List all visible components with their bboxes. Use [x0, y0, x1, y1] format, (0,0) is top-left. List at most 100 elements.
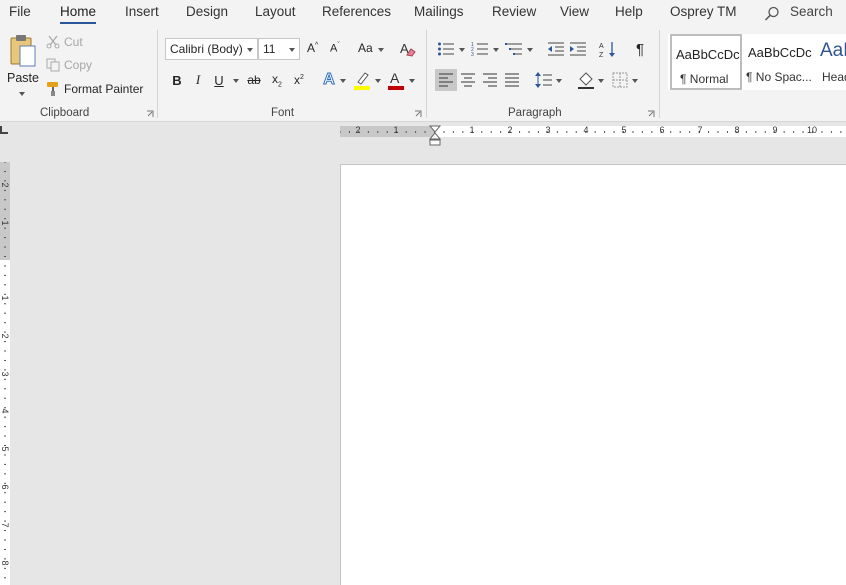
style-sample: AaBbCcDc [748, 45, 812, 60]
style-normal[interactable]: AaBbCcDc ¶ Normal [670, 34, 742, 90]
align-left-button[interactable] [435, 69, 457, 91]
underline-button[interactable]: U [208, 69, 230, 91]
font-launcher-icon[interactable] [414, 110, 422, 118]
highlight-button[interactable] [351, 69, 373, 91]
align-right-icon [483, 73, 497, 87]
increase-indent-icon [570, 42, 586, 56]
font-name-value: Calibri (Body) [170, 42, 243, 56]
font-color-button[interactable]: A [385, 69, 407, 91]
sort-icon: AZ [599, 42, 615, 58]
underline-dropdown-arrow[interactable] [233, 79, 239, 83]
numbering-dropdown-arrow[interactable] [493, 48, 499, 52]
svg-text:3: 3 [471, 52, 474, 57]
align-right-button[interactable] [479, 69, 501, 91]
increase-indent-button[interactable] [567, 38, 589, 60]
indent-marker-icon[interactable] [429, 125, 441, 147]
tab-design[interactable]: Design [186, 4, 228, 19]
paragraph-launcher-icon[interactable] [647, 110, 655, 118]
clipboard-group-label: Clipboard [40, 107, 90, 119]
paragraph-group-label: Paragraph [508, 107, 562, 119]
tab-view[interactable]: View [560, 4, 589, 19]
tab-osprey-tm[interactable]: Osprey TM [670, 4, 737, 19]
format-painter-button[interactable]: Format Painter [46, 81, 150, 99]
tab-review[interactable]: Review [492, 4, 536, 19]
format-painter-label: Format Painter [64, 82, 144, 96]
bullets-dropdown-arrow[interactable] [459, 48, 465, 52]
group-separator [426, 30, 427, 118]
tab-help[interactable]: Help [615, 4, 643, 19]
justify-button[interactable] [501, 69, 523, 91]
line-spacing-button[interactable] [533, 69, 555, 91]
tab-mailings[interactable]: Mailings [414, 4, 464, 19]
numbering-button[interactable]: 1 2 3 [469, 38, 491, 60]
tab-insert[interactable]: Insert [125, 4, 159, 19]
align-left-icon [439, 73, 453, 87]
text-effects-dropdown-arrow[interactable] [340, 79, 346, 83]
sort-button[interactable]: AZ [597, 38, 619, 60]
horizontal-ruler[interactable]: 2 1 1 2 3 4 5 6 7 8 9 10 [0, 122, 846, 147]
font-color-dropdown-arrow[interactable] [409, 79, 415, 83]
superscript-button[interactable]: x2 [288, 69, 310, 91]
font-size-combo[interactable]: 11 [258, 38, 300, 60]
italic-button[interactable]: I [187, 69, 209, 91]
ruler-number: 10 [806, 125, 818, 135]
style-no-spacing[interactable]: AaBbCcDc ¶ No Spac... [742, 34, 814, 90]
tab-file[interactable]: File [9, 4, 31, 19]
line-spacing-dropdown-arrow[interactable] [556, 79, 562, 83]
highlight-dropdown-arrow[interactable] [375, 79, 381, 83]
decrease-indent-button[interactable] [545, 38, 567, 60]
align-center-button[interactable] [457, 69, 479, 91]
ribbon-tabs: File Home Insert Design Layout Reference… [0, 0, 846, 26]
clear-formatting-button[interactable]: A [396, 38, 418, 60]
ruler-number: 2 [0, 182, 10, 188]
cut-button[interactable]: Cut [46, 34, 106, 52]
document-page[interactable] [340, 164, 846, 585]
copy-icon [46, 58, 60, 72]
tab-layout[interactable]: Layout [255, 4, 296, 19]
change-case-icon: Aa [358, 41, 373, 55]
clear-formatting-icon: A [400, 41, 416, 57]
ruler-number: 1 [469, 125, 475, 135]
clipboard-launcher-icon[interactable] [146, 110, 154, 118]
grow-font-button[interactable]: A^ [303, 38, 325, 60]
styles-gallery: AaBbCcDc ¶ Normal AaBbCcDc ¶ No Spac... … [668, 34, 846, 90]
shading-dropdown-arrow[interactable] [598, 79, 604, 83]
tab-references[interactable]: References [322, 4, 391, 19]
svg-text:A: A [599, 43, 604, 50]
multilevel-list-button[interactable] [503, 38, 525, 60]
ruler-number: 3 [0, 371, 10, 377]
subscript-button[interactable]: x2 [266, 69, 288, 91]
ruler-ticks [340, 131, 842, 133]
paste-dropdown-arrow[interactable] [19, 92, 25, 96]
show-formatting-button[interactable]: ¶ [629, 38, 651, 60]
multilevel-list-icon [505, 43, 522, 55]
bullets-button[interactable] [435, 38, 457, 60]
shading-button[interactable] [575, 69, 597, 91]
shrink-font-button[interactable]: Aˇ [326, 38, 348, 60]
font-color-icon: A [388, 70, 404, 90]
bullets-icon [438, 42, 454, 56]
ribbon-home: Paste Cut Copy Format Painter Clipboard … [0, 26, 846, 122]
multilevel-list-dropdown-arrow[interactable] [527, 48, 533, 52]
grow-font-icon: A^ [307, 41, 319, 55]
borders-button[interactable] [609, 69, 631, 91]
change-case-button[interactable]: Aa [354, 38, 386, 60]
copy-button[interactable]: Copy [46, 57, 106, 75]
tab-home[interactable]: Home [60, 4, 97, 24]
paste-button[interactable]: Paste [4, 30, 40, 100]
ruler-number: 5 [621, 125, 627, 135]
tab-selector-icon[interactable] [0, 126, 8, 134]
format-painter-icon [47, 82, 58, 96]
text-effects-button[interactable]: A [318, 69, 340, 91]
strikethrough-button[interactable]: ab [243, 69, 265, 91]
chevron-down-icon [378, 48, 384, 52]
bold-button[interactable]: B [166, 69, 188, 91]
font-name-combo[interactable]: Calibri (Body) [165, 38, 258, 60]
text-effects-icon: A [323, 71, 336, 89]
paste-icon [10, 35, 36, 67]
style-heading[interactable]: AaB Head [814, 34, 846, 90]
font-size-value: 11 [263, 42, 276, 56]
ruler-number: 1 [0, 295, 10, 301]
strikethrough-icon: ab [247, 73, 261, 87]
borders-dropdown-arrow[interactable] [632, 79, 638, 83]
